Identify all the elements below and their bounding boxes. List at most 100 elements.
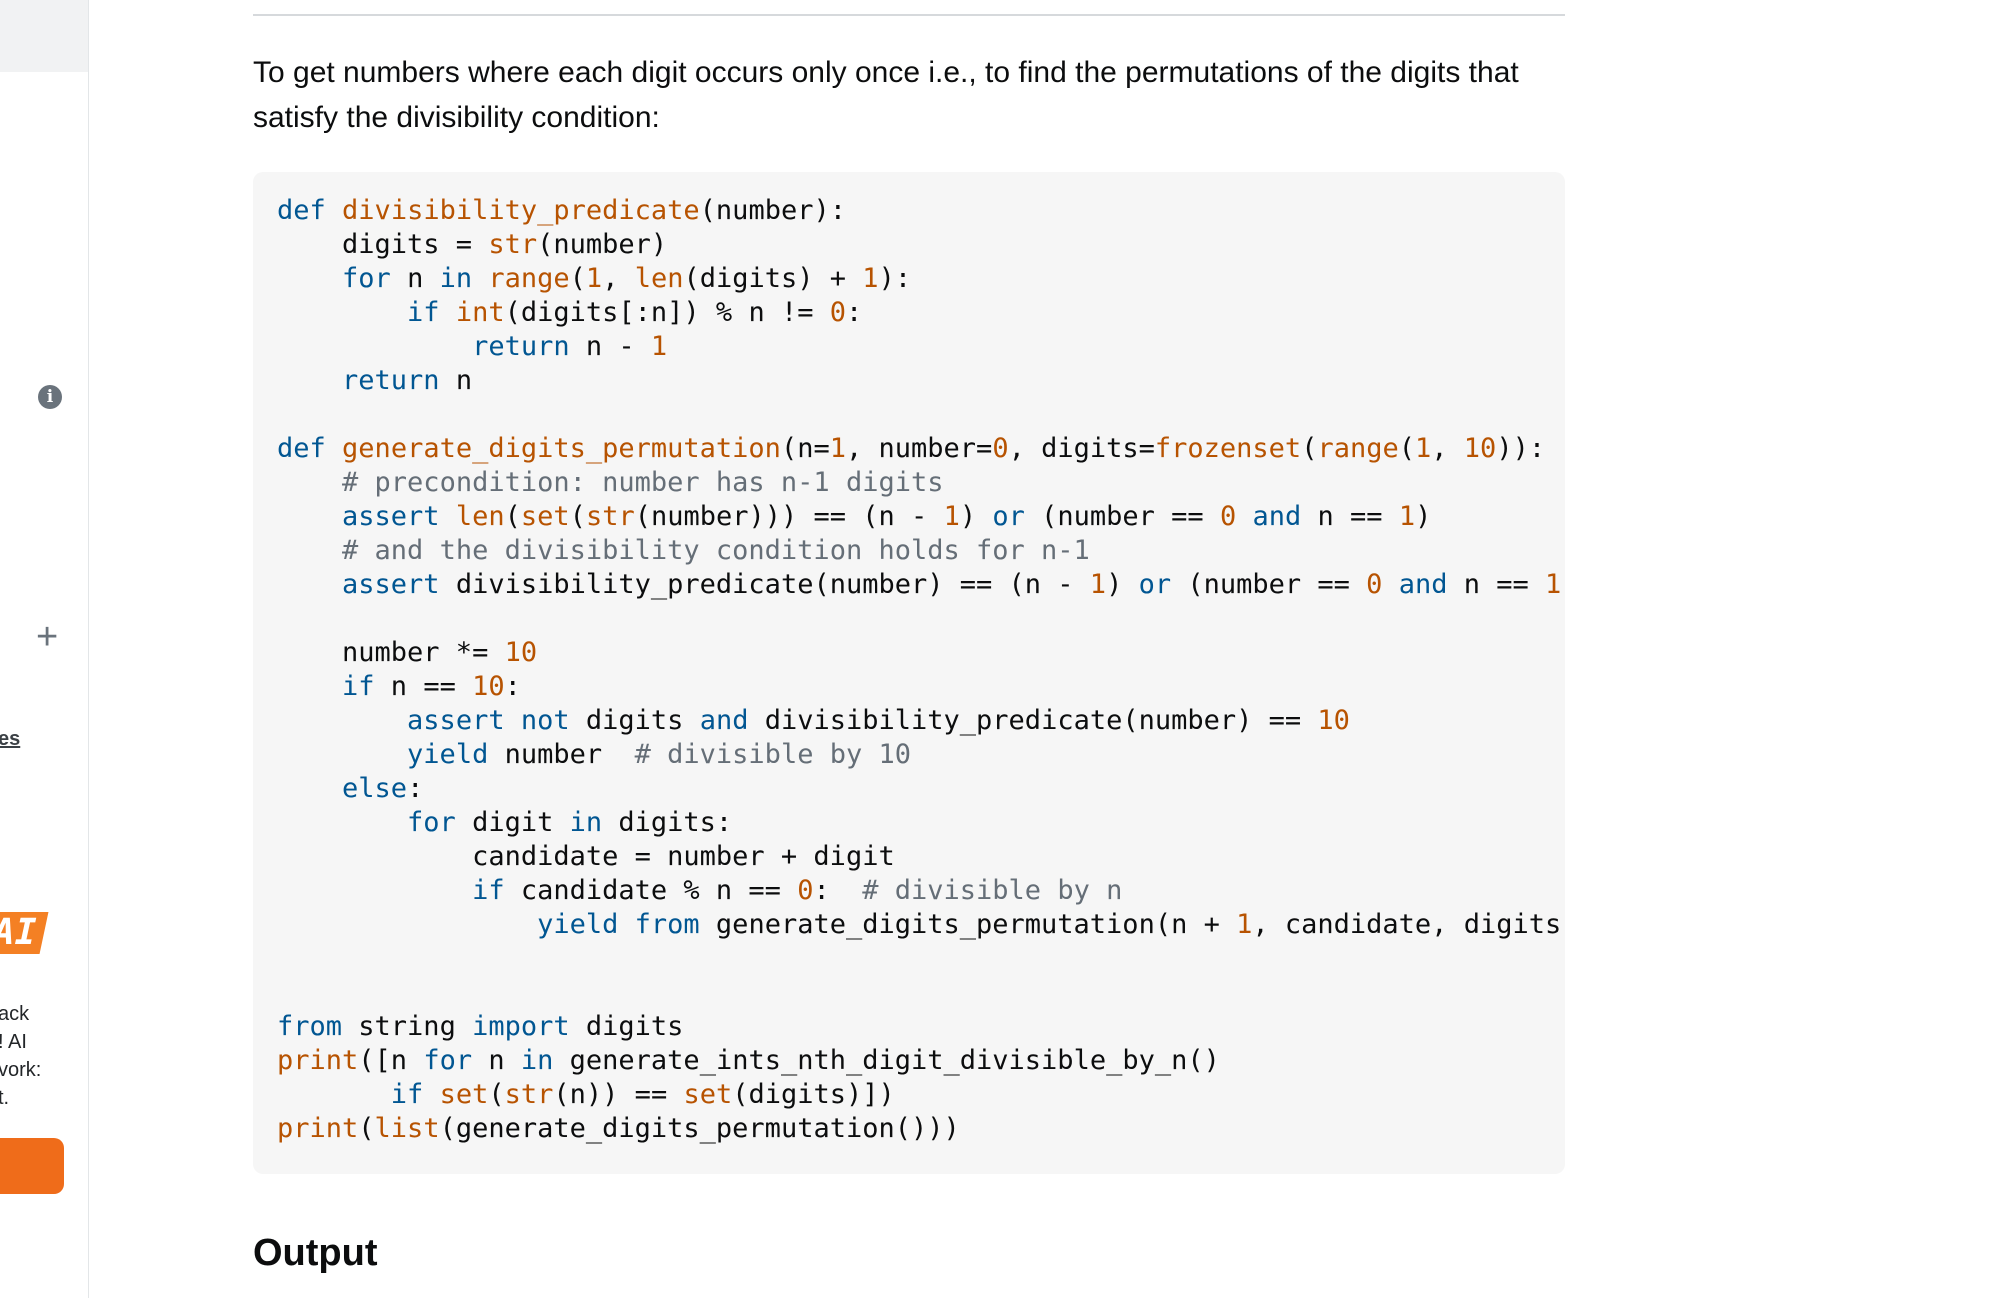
code-token: ( <box>569 263 586 294</box>
code-line: number *= 10 <box>277 636 1565 670</box>
code-line: yield number # divisible by 10 <box>277 738 1565 772</box>
code-token: from <box>634 909 700 940</box>
code-token: (n)) == <box>553 1079 684 1110</box>
code-token: number *= <box>277 637 505 668</box>
code-block[interactable]: def divisibility_predicate(number): digi… <box>253 172 1565 1174</box>
promo-cta-button[interactable] <box>0 1138 64 1194</box>
code-token: digits <box>569 1011 684 1042</box>
code-token: and <box>1398 569 1448 600</box>
sidebar-promo-text: ack ! AI vork: t. <box>0 1000 41 1112</box>
code-token: n <box>439 365 473 396</box>
code-line: def generate_digits_permutation(n=1, num… <box>277 432 1565 466</box>
code-token: (digits[:n]) % n != <box>504 297 830 328</box>
code-line: print([n for n in generate_ints_nth_digi… <box>277 1044 1565 1078</box>
code-token: , <box>602 263 635 294</box>
code-token: def <box>277 433 326 464</box>
code-token: 0 <box>1219 501 1237 532</box>
code-content: def divisibility_predicate(number): digi… <box>277 194 1565 1146</box>
plus-icon[interactable]: + <box>36 618 58 656</box>
code-line: for digit in digits: <box>277 806 1565 840</box>
code-token: assert <box>342 569 440 600</box>
code-token: range <box>488 263 570 294</box>
code-token: return <box>472 331 570 362</box>
code-token: 1 <box>1089 569 1107 600</box>
code-token: candidate % n == <box>504 875 798 906</box>
code-token: # and the divisibility condition holds f… <box>342 535 1090 566</box>
code-token: (generate_digits_permutation())) <box>439 1113 960 1144</box>
code-line: return n - 1 <box>277 330 1565 364</box>
ai-badge-logo: AI <box>0 912 49 954</box>
code-token: len <box>634 263 684 294</box>
code-token: (digits) + <box>683 263 863 294</box>
code-token: # precondition: number has n-1 digits <box>342 467 944 498</box>
code-token: 1 <box>1545 569 1562 600</box>
code-token: : <box>845 297 863 328</box>
code-token: from <box>277 1011 343 1042</box>
code-token: print <box>277 1045 359 1076</box>
code-token: 10 <box>504 637 538 668</box>
sidebar-link[interactable]: es <box>0 728 20 751</box>
code-token: for <box>407 807 456 838</box>
code-token: ): <box>878 263 912 294</box>
code-token: ) <box>1415 501 1432 532</box>
code-token: if <box>472 875 505 906</box>
code-token: )): <box>1496 433 1546 464</box>
code-token: def <box>277 195 326 226</box>
code-token: generate_ints_nth_digit_divisible_by_n() <box>553 1045 1220 1076</box>
code-token: # divisible by n <box>862 875 1123 906</box>
code-token: 10 <box>1463 433 1497 464</box>
code-token: digits = <box>277 229 489 260</box>
code-token: (number == <box>1171 569 1367 600</box>
code-token: import <box>472 1011 570 1042</box>
info-icon[interactable]: i <box>38 385 62 409</box>
code-token: int <box>455 297 505 328</box>
code-line: if int(digits[:n]) % n != 0: <box>277 296 1565 330</box>
promo-line: vork: <box>0 1059 42 1081</box>
code-token: (n= <box>780 433 830 464</box>
intro-paragraph: To get numbers where each digit occurs o… <box>253 56 1519 134</box>
code-token: (number))) == (n - <box>634 501 944 532</box>
code-token: assert <box>407 705 505 736</box>
code-token: , digits= <box>1008 433 1155 464</box>
code-token: set <box>520 501 570 532</box>
code-token: 1 <box>829 433 846 464</box>
code-token: 0 <box>797 875 814 906</box>
code-token: 1 <box>943 501 960 532</box>
code-token: or <box>1138 569 1172 600</box>
code-token: str <box>488 229 538 260</box>
code-line: assert not digits and divisibility_predi… <box>277 704 1565 738</box>
code-token: digit <box>455 807 570 838</box>
code-token: if <box>342 671 375 702</box>
code-token: ( <box>1398 433 1416 464</box>
code-token: (digits)]) <box>732 1079 895 1110</box>
code-token: 1 <box>650 331 668 362</box>
code-token: 1 <box>1415 433 1432 464</box>
code-token: : <box>407 773 424 804</box>
code-token: : <box>504 671 521 702</box>
code-token: , <box>1431 433 1464 464</box>
code-line: digits = str(number) <box>277 228 1565 262</box>
code-token: 0 <box>829 297 846 328</box>
output-heading: Output <box>253 1232 378 1274</box>
code-token: ( <box>358 1113 375 1144</box>
code-token: 10 <box>1317 705 1350 736</box>
promo-line: t. <box>0 1087 10 1109</box>
code-line: # and the divisibility condition holds f… <box>277 534 1565 568</box>
